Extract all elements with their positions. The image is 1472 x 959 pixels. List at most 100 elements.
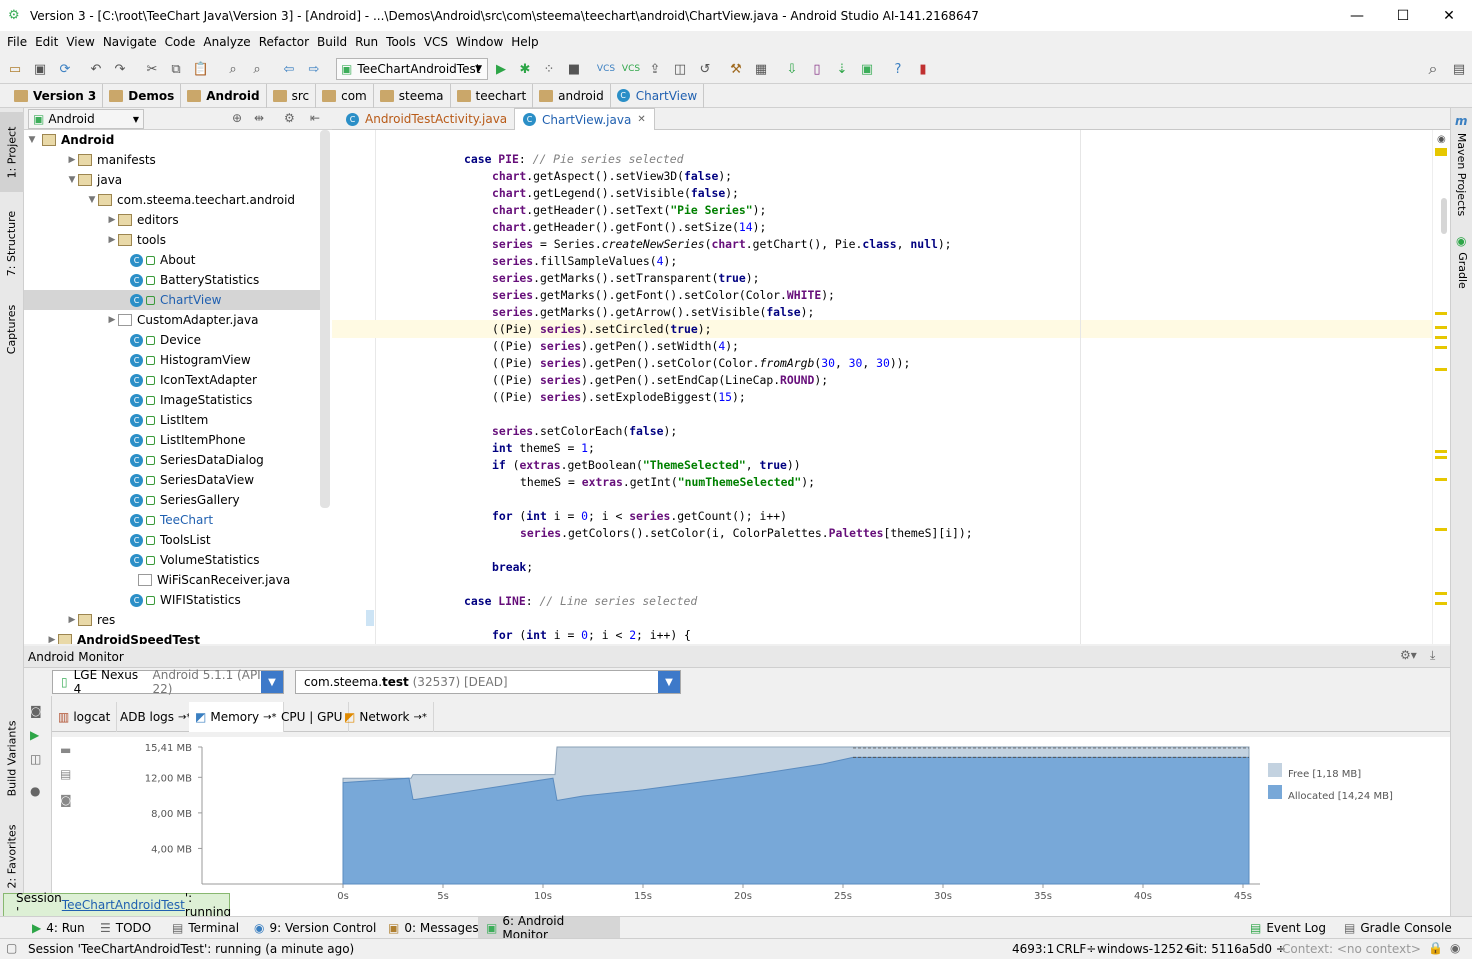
tab-chartview[interactable]: C ChartView.java ✕ [514, 108, 655, 130]
paste-icon[interactable]: 📋 [192, 60, 210, 78]
tree-expand-arrow[interactable]: ▶ [46, 635, 58, 644]
warning-marker[interactable] [1435, 346, 1447, 349]
sync-icon[interactable]: ⟳ [56, 60, 74, 78]
breadcrumb-demos[interactable]: Demos [103, 83, 182, 108]
tab-network[interactable]: ◩ Network →* [338, 702, 434, 732]
tree-item[interactable]: C TeeChart [24, 510, 320, 530]
tab-gradle[interactable]: Gradle [1450, 248, 1472, 292]
tab-adb-logs[interactable]: ADB logs →* [114, 702, 199, 732]
attach-icon[interactable]: ⁘ [540, 60, 558, 78]
settings-icon[interactable]: ⚒ [727, 60, 745, 78]
menu-refactor[interactable]: Refactor [259, 35, 309, 49]
tree-expand-arrow[interactable]: ▶ [66, 615, 78, 625]
tab-run[interactable]: ▶ 4: Run [24, 917, 93, 939]
tree-expand-arrow[interactable]: ▼ [26, 135, 38, 145]
tree-item[interactable]: ▶ AndroidSpeedTest [24, 630, 320, 644]
tree-expand-arrow[interactable]: ▶ [106, 235, 118, 245]
warning-marker[interactable] [1435, 528, 1447, 531]
tab-version-control[interactable]: ◉ 9: Version Control [246, 917, 384, 939]
redo-icon[interactable]: ↷ [111, 60, 129, 78]
find-icon[interactable]: ⌕ [224, 60, 242, 78]
system-info-icon[interactable]: ◫ [30, 752, 41, 766]
hide-panel-icon[interactable]: ⇤ [310, 111, 320, 125]
tab-maven-projects[interactable]: Maven Projects [1450, 132, 1472, 216]
tab-event-log[interactable]: ▤ Event Log [1242, 917, 1334, 939]
tree-root[interactable]: ▼ Android [24, 130, 320, 150]
breadcrumb-src[interactable]: src [267, 83, 317, 108]
session-link[interactable]: TeeChartAndroidTest [62, 898, 185, 912]
menu-view[interactable]: View [66, 35, 94, 49]
tab-memory[interactable]: ◩ Memory →* [189, 702, 284, 732]
tree-item[interactable]: C ToolsList [24, 530, 320, 550]
sdk-manager-icon[interactable]: ⇣ [833, 60, 851, 78]
tab-build-variants[interactable]: Build Variants [0, 708, 24, 808]
menu-run[interactable]: Run [355, 35, 378, 49]
project-view-select[interactable]: ▣ Android ▼ [28, 109, 144, 129]
vcs-history-icon[interactable]: ◫ [671, 60, 689, 78]
tab-logcat[interactable]: ▥ logcat [52, 702, 118, 732]
tree-item[interactable]: C ChartView [24, 290, 320, 310]
warning-marker[interactable] [1435, 450, 1447, 453]
editor-error-stripe[interactable]: ◉ [1432, 130, 1450, 644]
menu-window[interactable]: Window [456, 35, 503, 49]
tree-item[interactable]: C IconTextAdapter [24, 370, 320, 390]
replace-icon[interactable]: ⌕ [248, 60, 266, 78]
warning-marker[interactable] [1435, 602, 1447, 605]
warning-marker[interactable] [1435, 326, 1447, 329]
terminate-icon[interactable]: ● [30, 784, 40, 798]
tree-item[interactable]: ▶ editors [24, 210, 320, 230]
fold-marker[interactable] [366, 610, 374, 626]
tree-item[interactable]: ▶ res [24, 610, 320, 630]
tree-item[interactable]: C ListItemPhone [24, 430, 320, 450]
tree-item[interactable]: C BatteryStatistics [24, 270, 320, 290]
breadcrumb-chartview[interactable]: C ChartView [611, 83, 705, 108]
session-notification[interactable]: Session ' TeeChartAndroidTest ': running [3, 891, 231, 919]
tree-item[interactable]: C ListItem [24, 410, 320, 430]
breadcrumb-com[interactable]: com [316, 83, 374, 108]
lock-icon[interactable]: 🔒 [1428, 941, 1443, 955]
warning-marker[interactable] [1435, 312, 1447, 315]
breadcrumb-android[interactable]: Android [181, 83, 267, 108]
toggle-tool-windows-icon[interactable]: ▢ [6, 941, 17, 955]
collapse-all-icon[interactable]: ⇹ [254, 111, 264, 125]
menu-build[interactable]: Build [317, 35, 347, 49]
file-encoding[interactable]: windows-1252÷ [1097, 942, 1194, 956]
editor-scroll-thumb[interactable] [1441, 198, 1447, 234]
warning-marker[interactable] [1435, 368, 1447, 371]
search-icon[interactable]: ⌕ [1424, 59, 1442, 78]
warning-marker[interactable] [1435, 336, 1447, 339]
menu-vcs[interactable]: VCS [424, 35, 448, 49]
tab-todo[interactable]: ☰ TODO [92, 917, 159, 939]
menu-navigate[interactable]: Navigate [103, 35, 157, 49]
run-configuration-select[interactable]: ▣ TeeChartAndroidTest ▼ [336, 58, 488, 80]
popout-icon[interactable]: →* [413, 712, 426, 723]
tree-scrollbar[interactable] [320, 130, 330, 508]
tree-expand-arrow[interactable]: ▼ [86, 195, 98, 205]
tree-expand-arrow[interactable]: ▼ [66, 175, 78, 185]
menu-analyze[interactable]: Analyze [203, 35, 250, 49]
maximize-button[interactable]: ☐ [1380, 0, 1426, 31]
back-icon[interactable]: ⇦ [280, 60, 298, 78]
run-icon[interactable]: ▶ [492, 60, 510, 78]
debug-icon[interactable]: ✱ [516, 60, 534, 78]
save-icon[interactable]: ▣ [31, 60, 49, 78]
menu-help[interactable]: Help [511, 35, 538, 49]
device-select[interactable]: ▯ LGE Nexus 4 Android 5.1.1 (API 22) ▼ [52, 668, 284, 696]
tab-android-test-activity[interactable]: C AndroidTestActivity.java ✕ [338, 108, 530, 130]
tree-item[interactable]: C About [24, 250, 320, 270]
tab-favorites[interactable]: 2: Favorites [0, 820, 24, 892]
warning-marker[interactable] [1435, 148, 1447, 156]
screenshot-icon[interactable]: ◙ [30, 704, 42, 718]
tree-item[interactable]: C Device [24, 330, 320, 350]
context-indicator[interactable]: Context: <no context> [1282, 942, 1421, 956]
warning-marker[interactable] [1435, 456, 1447, 459]
tree-item[interactable]: ▶ manifests [24, 150, 320, 170]
tree-expand-arrow[interactable]: ▶ [106, 315, 118, 325]
tree-item[interactable]: ▶ CustomAdapter.java [24, 310, 320, 330]
tab-captures[interactable]: Captures [0, 294, 24, 364]
event-icon[interactable]: ▤ [1450, 60, 1468, 78]
tree-item[interactable]: C VolumeStatistics [24, 550, 320, 570]
tree-expand-arrow[interactable]: ▶ [66, 155, 78, 165]
vcs-update-icon[interactable]: VCS [597, 60, 615, 78]
hide-panel-icon[interactable]: ⤓ [1430, 648, 1435, 663]
